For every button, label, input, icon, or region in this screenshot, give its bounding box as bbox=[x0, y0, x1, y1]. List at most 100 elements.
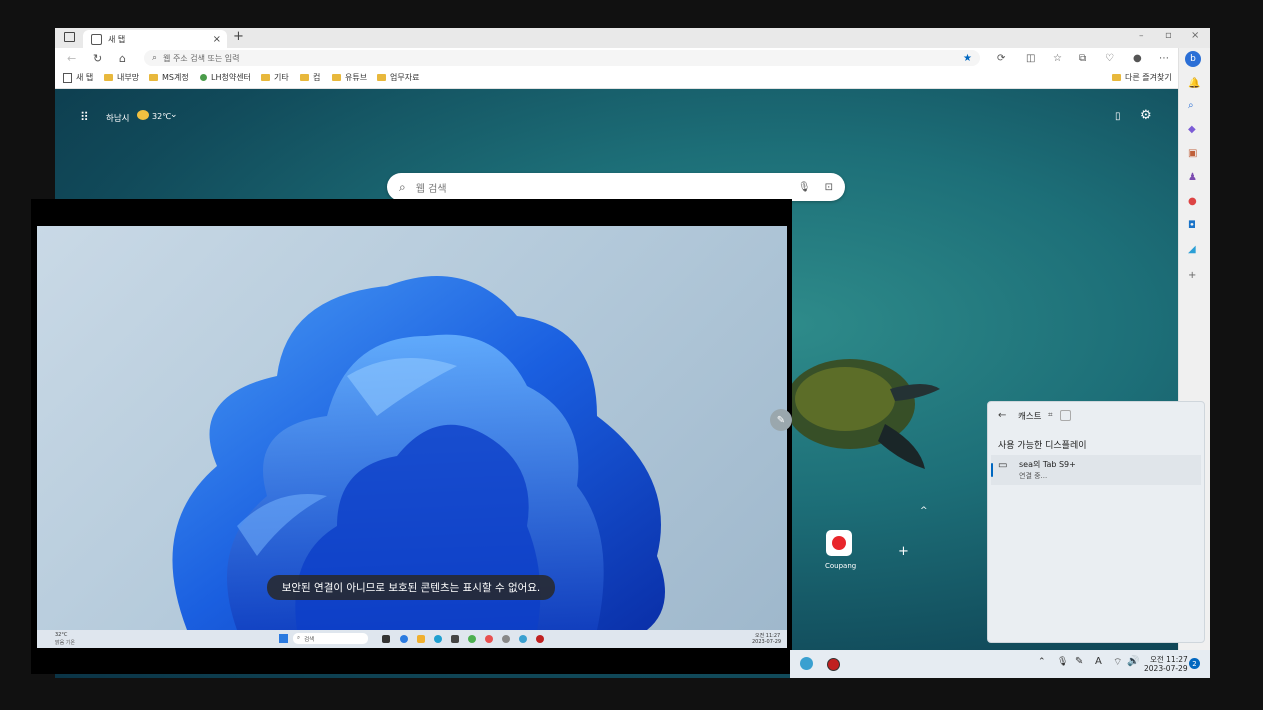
taskbar-app-icon[interactable] bbox=[800, 657, 813, 670]
office-icon[interactable]: ● bbox=[1188, 196, 1197, 207]
host-date[interactable]: 2023-07-29 bbox=[1144, 664, 1188, 673]
taskbar-app-icon[interactable] bbox=[451, 635, 459, 643]
bloom-wallpaper-image bbox=[172, 276, 666, 630]
taskbar-app-icon[interactable] bbox=[519, 635, 527, 643]
bing-chat-icon[interactable]: b bbox=[1185, 51, 1201, 67]
refresh-icon[interactable]: ↻ bbox=[93, 52, 102, 65]
taskbar-app-icon[interactable] bbox=[434, 635, 442, 643]
apps-grid-icon[interactable]: ⠿ bbox=[80, 110, 89, 124]
address-bar[interactable]: ⌕ 웹 주소 검색 또는 입력 ★ bbox=[144, 50, 980, 66]
fav-item-etc[interactable]: 기타 bbox=[261, 72, 289, 83]
weather-temp[interactable]: 32℃ bbox=[152, 112, 171, 121]
home-icon[interactable]: ⌂ bbox=[119, 52, 126, 65]
search-icon: ⌕ bbox=[297, 635, 301, 641]
weather-temp: 32°C bbox=[55, 632, 68, 638]
minimize-button[interactable]: – bbox=[1139, 31, 1144, 41]
back-arrow-icon[interactable]: ← bbox=[998, 410, 1006, 421]
toolbox-icon[interactable]: ▣ bbox=[1188, 148, 1197, 159]
outlook-icon[interactable]: ◘ bbox=[1188, 220, 1196, 231]
page-icon bbox=[91, 33, 102, 45]
fav-item-lh[interactable]: LH청약센터 bbox=[200, 72, 251, 83]
cast-title: 캐스트 bbox=[1018, 412, 1042, 422]
cast-panel: ← 캐스트 ⌗ 사용 가능한 디스플레이 ▭ sea의 Tab S9+ 연결 중… bbox=[987, 401, 1205, 643]
add-icon[interactable]: + bbox=[1188, 270, 1196, 281]
favorites-icon[interactable]: ☆ bbox=[1053, 53, 1062, 64]
tab-actions-icon[interactable] bbox=[64, 32, 75, 42]
windows-start-icon[interactable] bbox=[279, 634, 288, 643]
taskbar-app-icon[interactable] bbox=[536, 635, 544, 643]
device-item[interactable]: ▭ sea의 Tab S9+ 연결 중... bbox=[991, 455, 1201, 485]
keyboard-language-icon[interactable]: A bbox=[1095, 656, 1102, 667]
taskbar-app-icon[interactable] bbox=[417, 635, 425, 643]
microphone-icon[interactable]: 🎙 bbox=[798, 182, 811, 193]
protected-content-toast: 보안된 연결이 아니므로 보호된 콘텐츠는 표시할 수 없어요. bbox=[267, 575, 555, 600]
folder-icon bbox=[104, 74, 113, 81]
weather-city[interactable]: 하남시 bbox=[106, 112, 129, 124]
microphone-icon[interactable]: 🎙 bbox=[1057, 657, 1068, 667]
favorite-star-icon[interactable]: ★ bbox=[963, 53, 972, 64]
edit-pen-icon[interactable]: ✎ bbox=[770, 409, 792, 431]
web-search-placeholder: 웹 검색 bbox=[415, 183, 447, 195]
wifi-icon[interactable]: ⌔ bbox=[1113, 656, 1122, 669]
taskbar-app-icon[interactable] bbox=[382, 635, 390, 643]
bell-icon[interactable]: 🔔 bbox=[1188, 78, 1200, 89]
coupang-tile[interactable] bbox=[826, 530, 852, 556]
site-icon bbox=[200, 74, 207, 81]
web-search-box[interactable]: ⌕ 웹 검색 🎙 ⊡ bbox=[387, 173, 845, 201]
maximize-button[interactable]: ▫ bbox=[1165, 30, 1172, 41]
search-icon: ⌕ bbox=[399, 179, 406, 194]
folder-icon bbox=[332, 74, 341, 81]
address-placeholder: 웹 주소 검색 또는 입력 bbox=[163, 53, 240, 63]
split-screen-icon[interactable]: ◫ bbox=[1026, 53, 1035, 64]
cast-shortcut-icon bbox=[1060, 410, 1071, 421]
more-icon[interactable]: ⋯ bbox=[1159, 53, 1169, 64]
available-displays-title: 사용 가능한 디스플레이 bbox=[998, 441, 1087, 451]
record-icon[interactable] bbox=[827, 658, 840, 671]
fav-item-ms-account[interactable]: MS계정 bbox=[149, 72, 189, 83]
device-name: sea의 Tab S9+ bbox=[1019, 460, 1076, 469]
taskbar-app-icon[interactable] bbox=[468, 635, 476, 643]
collections-icon[interactable]: ⧉ bbox=[1079, 53, 1086, 64]
drop-icon[interactable]: ◢ bbox=[1188, 244, 1196, 255]
chevron-down-icon[interactable]: ⌄ bbox=[170, 110, 178, 120]
search-icon: ⌕ bbox=[152, 53, 158, 63]
taskbar-app-icon[interactable] bbox=[502, 635, 510, 643]
performance-icon[interactable]: ♡ bbox=[1105, 53, 1114, 64]
search-icon[interactable]: ⌕ bbox=[1188, 100, 1194, 111]
folder-icon bbox=[149, 74, 158, 81]
gear-icon[interactable]: ⚙ bbox=[1140, 108, 1152, 123]
profile-icon[interactable]: ● bbox=[1133, 53, 1142, 64]
new-tab-button[interactable]: + bbox=[233, 29, 244, 44]
taskbar-app-icon[interactable] bbox=[485, 635, 493, 643]
fav-item-cup[interactable]: 컵 bbox=[300, 72, 320, 83]
games-icon[interactable]: ♟ bbox=[1188, 172, 1197, 183]
taskbar-app-icon[interactable] bbox=[400, 635, 408, 643]
taskbar-search[interactable]: ⌕ 검색 bbox=[293, 633, 368, 644]
visual-search-icon[interactable]: ⊡ bbox=[825, 182, 833, 193]
fav-item-intranet[interactable]: 내부망 bbox=[104, 72, 139, 83]
back-arrow-icon[interactable]: ← bbox=[67, 52, 76, 65]
collapse-chevron-icon[interactable]: ^ bbox=[920, 506, 928, 516]
extension-icon[interactable]: ⟳ bbox=[997, 53, 1005, 64]
cast-menu-icon[interactable]: ⌗ bbox=[1048, 410, 1053, 420]
fav-item-youtube[interactable]: 유튜브 bbox=[332, 72, 367, 83]
volume-icon[interactable]: 🔊 bbox=[1127, 656, 1139, 667]
device-status: 연결 중... bbox=[1019, 472, 1048, 480]
tag-icon[interactable]: ◆ bbox=[1188, 124, 1196, 135]
remote-taskbar: 32°C 맑음 기온 ⌕ 검색 오전 11:27 2023-07-29 bbox=[37, 630, 787, 648]
sea-turtle-image bbox=[790, 359, 940, 469]
mobile-icon[interactable]: ▯ bbox=[1115, 111, 1121, 122]
pen-icon[interactable]: ✎ bbox=[1075, 656, 1083, 667]
fav-item-new-tab[interactable]: 새 탭 bbox=[63, 72, 93, 83]
add-tile-button[interactable]: + bbox=[898, 544, 909, 559]
tab-new-tab[interactable]: 새 탭 × bbox=[83, 30, 227, 48]
chevron-up-icon[interactable]: ⌃ bbox=[1038, 657, 1046, 667]
other-favorites[interactable]: 다른 즐겨찾기 bbox=[1112, 72, 1172, 83]
tab-close-button[interactable]: × bbox=[213, 34, 221, 45]
fav-item-work[interactable]: 업무자료 bbox=[377, 72, 419, 83]
folder-icon bbox=[261, 74, 270, 81]
close-window-button[interactable]: × bbox=[1191, 30, 1199, 41]
remote-time: 오전 11:27 bbox=[755, 633, 781, 639]
notification-badge[interactable]: 2 bbox=[1189, 658, 1200, 669]
host-taskbar: ⌃ 🎙 ✎ A ⌔ 🔊 오전 11:27 2023-07-29 2 bbox=[790, 650, 1210, 678]
